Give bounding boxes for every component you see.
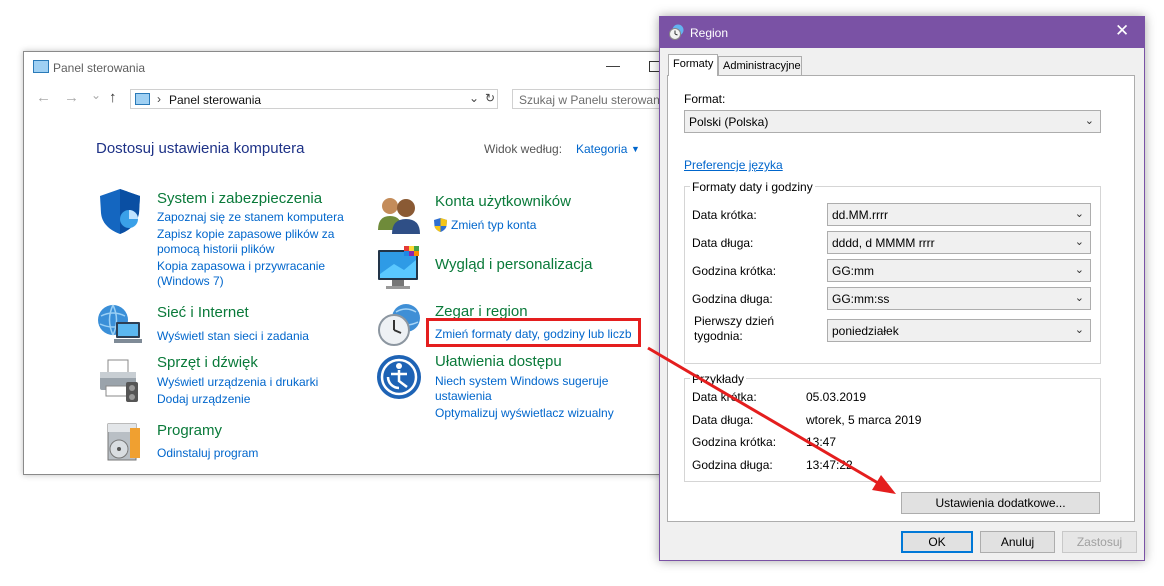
minimize-button[interactable]: — — [603, 54, 623, 78]
view-by-label: Widok według: — [484, 142, 563, 156]
format-label: Format: — [684, 92, 726, 106]
control-panel-small-icon — [135, 93, 150, 105]
link-file-history-line2[interactable]: pomocą historii plików — [157, 241, 274, 257]
example-long-time-label: Godzina długa: — [692, 458, 773, 472]
region-dialog: Region ✕ Formaty Administracyjne Format:… — [659, 16, 1145, 561]
date-time-formats-title: Formaty daty i godziny — [690, 180, 815, 194]
users-icon[interactable] — [376, 192, 420, 236]
uac-shield-icon — [434, 218, 447, 232]
view-dropdown-arrow-icon[interactable]: ▼ — [631, 144, 640, 154]
example-long-date-value: wtorek, 5 marca 2019 — [806, 413, 922, 427]
link-windows-suggest-settings[interactable]: Niech system Windows sugeruje — [435, 373, 608, 389]
short-date-combo[interactable]: dd.MM.rrrr ⌄ — [827, 203, 1091, 226]
category-programs[interactable]: Programy — [157, 422, 222, 439]
first-day-label-line1: Pierwszy dzień — [694, 314, 775, 328]
example-short-time-label: Godzina krótka: — [692, 435, 777, 449]
link-add-device[interactable]: Dodaj urządzenie — [157, 391, 250, 407]
refresh-icon[interactable]: ↻ — [485, 91, 495, 105]
view-by-dropdown[interactable]: Kategoria — [576, 142, 627, 156]
programs-icon[interactable] — [102, 418, 146, 462]
link-uninstall-program[interactable]: Odinstaluj program — [157, 445, 258, 461]
example-short-time-value: 13:47 — [806, 435, 837, 449]
chevron-down-icon: ⌄ — [1074, 236, 1084, 248]
first-day-value: poniedziałek — [832, 324, 899, 338]
short-date-value: dd.MM.rrrr — [832, 208, 888, 222]
region-globe-icon — [669, 24, 685, 40]
short-time-label: Godzina krótka: — [692, 264, 777, 278]
examples-title: Przykłady — [690, 372, 747, 386]
display-icon[interactable] — [376, 246, 420, 290]
formats-panel: Format: Polski (Polska) ⌄ Preferencje ję… — [667, 75, 1135, 522]
long-date-combo[interactable]: dddd, d MMMM rrrr ⌄ — [827, 231, 1091, 254]
format-combo[interactable]: Polski (Polska) ⌄ — [684, 110, 1101, 133]
category-ease-of-access[interactable]: Ułatwienia dostępu — [435, 353, 562, 370]
cancel-button[interactable]: Anuluj — [980, 531, 1055, 553]
network-globe-icon[interactable] — [96, 300, 142, 344]
link-file-history[interactable]: Zapisz kopie zapasowe plików za — [157, 226, 334, 242]
link-optimize-visual-display[interactable]: Optymalizuj wyświetlacz wizualny — [435, 405, 614, 421]
long-date-label: Data długa: — [692, 236, 754, 250]
language-preferences-link[interactable]: Preferencje języka — [684, 158, 783, 172]
category-hardware-sound[interactable]: Sprzęt i dźwięk — [157, 354, 258, 371]
window-title: Panel sterowania — [53, 61, 146, 75]
chevron-down-icon: ⌄ — [1074, 292, 1084, 304]
control-panel-app-icon — [33, 60, 49, 73]
close-icon[interactable]: ✕ — [1115, 21, 1129, 41]
region-title-bar: Region ✕ — [660, 17, 1144, 48]
long-time-label: Godzina długa: — [692, 292, 773, 306]
chevron-down-icon: ⌄ — [1074, 208, 1084, 220]
address-bar[interactable]: › Panel sterowania ⌄ ↻ — [130, 89, 498, 109]
tab-formats[interactable]: Formaty — [668, 54, 718, 76]
short-date-label: Data krótka: — [692, 208, 757, 222]
category-system-security[interactable]: System i zabezpieczenia — [157, 190, 322, 207]
format-value: Polski (Polska) — [689, 115, 769, 129]
shield-icon[interactable] — [98, 187, 142, 234]
address-dropdown-icon[interactable]: ⌄ — [469, 91, 479, 105]
link-change-account-type[interactable]: Zmień typ konta — [451, 217, 536, 233]
breadcrumb-separator: › — [157, 92, 161, 106]
chevron-down-icon: ⌄ — [1074, 264, 1084, 276]
ok-button[interactable]: OK — [901, 531, 973, 553]
short-time-combo[interactable]: GG:mm ⌄ — [827, 259, 1091, 282]
first-day-label-line2: tygodnia: — [694, 329, 743, 343]
up-arrow-icon[interactable]: ↑ — [109, 89, 117, 106]
chevron-down-icon: ⌄ — [1074, 324, 1084, 336]
example-long-time-value: 13:47:22 — [806, 458, 853, 472]
category-network-internet[interactable]: Sieć i Internet — [157, 304, 249, 321]
example-short-date-label: Data krótka: — [692, 390, 757, 404]
first-day-combo[interactable]: poniedziałek ⌄ — [827, 319, 1091, 342]
long-time-combo[interactable]: GG:mm:ss ⌄ — [827, 287, 1091, 310]
link-devices-printers[interactable]: Wyświetl urządzenia i drukarki — [157, 374, 318, 390]
printer-icon[interactable] — [96, 356, 140, 402]
back-arrow-icon[interactable]: ← — [36, 89, 51, 106]
additional-settings-button[interactable]: Ustawienia dodatkowe... — [901, 492, 1100, 514]
dialog-title: Region — [690, 26, 729, 40]
accessibility-icon[interactable] — [376, 354, 421, 399]
link-network-status[interactable]: Wyświetl stan sieci i zadania — [157, 328, 309, 344]
example-long-date-label: Data długa: — [692, 413, 754, 427]
tab-administrative[interactable]: Administracyjne — [718, 56, 802, 76]
breadcrumb-control-panel[interactable]: Panel sterowania — [169, 93, 261, 107]
page-heading: Dostosuj ustawienia komputera — [96, 140, 305, 157]
apply-button[interactable]: Zastosuj — [1062, 531, 1137, 553]
control-panel-window: Panel sterowania — ← → ⌄ ↑ › Panel stero… — [23, 51, 712, 475]
forward-arrow-icon[interactable]: → — [64, 89, 79, 106]
short-time-value: GG:mm — [832, 264, 874, 278]
link-review-computer-status[interactable]: Zapoznaj się ze stanem komputera — [157, 209, 344, 225]
highlight-box — [426, 318, 641, 347]
category-user-accounts[interactable]: Konta użytkowników — [435, 193, 571, 210]
link-windows-suggest-settings-line2[interactable]: ustawienia — [435, 388, 492, 404]
link-backup-restore[interactable]: Kopia zapasowa i przywracanie — [157, 258, 325, 274]
category-appearance-personalization[interactable]: Wygląd i personalizacja — [435, 256, 592, 273]
chevron-down-icon: ⌄ — [1084, 115, 1094, 127]
clock-globe-icon[interactable] — [376, 302, 420, 346]
example-short-date-value: 05.03.2019 — [806, 390, 867, 404]
long-date-value: dddd, d MMMM rrrr — [832, 236, 935, 250]
link-backup-restore-line2[interactable]: (Windows 7) — [157, 273, 224, 289]
recent-locations-chevron-icon[interactable]: ⌄ — [91, 88, 101, 102]
long-time-value: GG:mm:ss — [832, 292, 890, 306]
